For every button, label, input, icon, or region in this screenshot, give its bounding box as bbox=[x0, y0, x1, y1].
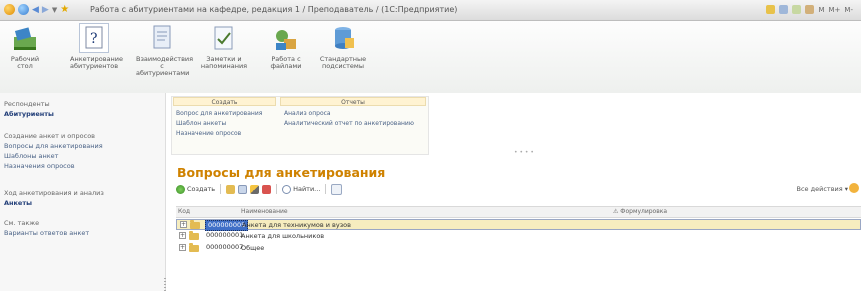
respondents-header: Респонденты bbox=[4, 100, 50, 108]
titlebar-controls: ◀ ▶ ▼ ★ bbox=[4, 4, 69, 15]
column-name[interactable]: Наименование bbox=[241, 208, 288, 215]
nav-assignments-link[interactable]: Назначения опросов bbox=[4, 162, 75, 170]
table-row[interactable]: + 000000007 Общее bbox=[176, 243, 861, 254]
nav-questions-link[interactable]: Вопросы для анкетирования bbox=[4, 142, 103, 150]
expand-icon[interactable]: + bbox=[179, 232, 186, 239]
all-actions-menu[interactable]: Все действия ▾ bbox=[797, 185, 848, 193]
section-questionnaire[interactable]: ? Анкетирование абитуриентов bbox=[70, 23, 123, 70]
nav-answer-options-link[interactable]: Варианты ответов анкет bbox=[4, 229, 89, 237]
folder-icon bbox=[190, 220, 200, 229]
window-title: Работа с абитуриентами на кафедре, редак… bbox=[90, 5, 458, 14]
memory-m-button[interactable]: M bbox=[818, 6, 824, 14]
toolbar-divider bbox=[276, 184, 278, 194]
title-bar: ◀ ▶ ▼ ★ Работа с абитуриентами на кафедр… bbox=[0, 0, 861, 21]
star-tool-icon[interactable] bbox=[766, 5, 776, 14]
sections-panel: Рабочий стол ? Анкетирование абитуриенто… bbox=[0, 21, 861, 93]
list-toolbar: Создать Найти... bbox=[176, 183, 343, 195]
row-code: 000000007 bbox=[206, 243, 244, 251]
section-notes[interactable]: Заметки и напоминания bbox=[198, 23, 250, 70]
expand-icon[interactable]: + bbox=[179, 244, 186, 251]
main-menu-icon[interactable] bbox=[18, 4, 29, 15]
left-navigation-panel: Респонденты Абитуриенты Создание анкет и… bbox=[0, 93, 166, 291]
search-icon bbox=[282, 184, 292, 194]
forward-arrow-icon[interactable]: ▶ bbox=[42, 5, 49, 15]
standard-subsystems-icon bbox=[328, 23, 358, 53]
nav-templates-link[interactable]: Шаблоны анкет bbox=[4, 152, 58, 160]
actions-panel: Создать Отчеты Вопрос для анкетирования … bbox=[171, 96, 429, 155]
notes-icon bbox=[209, 23, 239, 53]
dropdown-icon[interactable]: ▼ bbox=[52, 6, 57, 14]
row-code: 000000001 bbox=[206, 231, 244, 239]
app-logo-icon[interactable] bbox=[4, 4, 15, 15]
svg-text:?: ? bbox=[90, 31, 98, 47]
section-desktop[interactable]: Рабочий стол bbox=[5, 23, 45, 70]
create-template-link[interactable]: Шаблон анкеты bbox=[176, 120, 226, 127]
column-code[interactable]: Код bbox=[178, 208, 190, 215]
row-name: Анкета для техникумов и вузов bbox=[242, 221, 351, 229]
report-analytical-link[interactable]: Аналитический отчет по анкетированию bbox=[284, 120, 414, 127]
folder-icon bbox=[189, 243, 199, 252]
questionnaire-icon: ? bbox=[79, 23, 109, 53]
create-folder-icon[interactable] bbox=[226, 184, 236, 194]
column-wording[interactable]: ⚠ Формулировка bbox=[613, 208, 667, 215]
desktop-icon bbox=[10, 23, 40, 53]
back-arrow-icon[interactable]: ◀ bbox=[32, 5, 39, 15]
memory-minus-button[interactable]: M- bbox=[844, 6, 853, 14]
delete-mark-icon[interactable] bbox=[262, 184, 272, 194]
create-question-link[interactable]: Вопрос для анкетирования bbox=[176, 110, 262, 117]
toolbar-divider bbox=[325, 184, 327, 194]
page-title: Вопросы для анкетирования bbox=[177, 165, 386, 180]
row-name: Анкета для школьников bbox=[241, 232, 325, 240]
creation-header: Создание анкет и опросов bbox=[4, 132, 95, 140]
nav-applicants-link[interactable]: Абитуриенты bbox=[4, 110, 54, 118]
calendar-icon[interactable] bbox=[805, 5, 815, 14]
create-assignment-link[interactable]: Назначение опросов bbox=[176, 130, 241, 137]
cancel-search-icon[interactable] bbox=[331, 183, 343, 195]
titlebar-right-tools: M M+ M- bbox=[766, 5, 853, 14]
create-button[interactable]: Создать bbox=[176, 184, 215, 194]
row-name: Общее bbox=[241, 244, 265, 252]
nav-forms-link[interactable]: Анкеты bbox=[4, 199, 32, 207]
table-header: Код Наименование ⚠ Формулировка bbox=[176, 206, 861, 218]
files-icon bbox=[271, 23, 301, 53]
interaction-icon bbox=[147, 23, 177, 53]
section-interaction[interactable]: Взаимодействия с абитуриентами bbox=[136, 23, 193, 77]
find-button[interactable]: Найти... bbox=[282, 184, 320, 194]
history-icon[interactable] bbox=[779, 5, 789, 14]
copy-icon[interactable] bbox=[238, 184, 248, 194]
table-row[interactable]: + 000000001 Анкета для школьников bbox=[176, 231, 861, 242]
edit-pencil-icon[interactable] bbox=[250, 184, 260, 194]
expand-icon[interactable]: + bbox=[180, 221, 187, 228]
table-row[interactable]: + 000000005 Анкета для техникумов и вузо… bbox=[176, 219, 861, 231]
panel-splitter[interactable] bbox=[164, 278, 166, 291]
create-plus-icon bbox=[176, 184, 185, 194]
calculator-icon[interactable] bbox=[792, 5, 802, 14]
toolbar-divider bbox=[220, 184, 222, 194]
see-also-header: См. также bbox=[4, 219, 40, 227]
panel-collapse-handle[interactable]: • • • • bbox=[514, 149, 534, 156]
progress-header: Ход анкетирования и анализ bbox=[4, 189, 104, 197]
folder-icon bbox=[189, 231, 199, 240]
create-group-header: Создать bbox=[173, 97, 276, 106]
memory-plus-button[interactable]: M+ bbox=[829, 6, 841, 14]
favorite-star-icon[interactable]: ★ bbox=[60, 4, 69, 15]
section-standard-subsystems[interactable]: Стандартные подсистемы bbox=[318, 23, 368, 70]
help-icon[interactable] bbox=[849, 183, 859, 193]
report-survey-analysis-link[interactable]: Анализ опроса bbox=[284, 110, 331, 117]
reports-group-header: Отчеты bbox=[280, 97, 426, 106]
section-files[interactable]: Работа с файлами bbox=[266, 23, 306, 70]
